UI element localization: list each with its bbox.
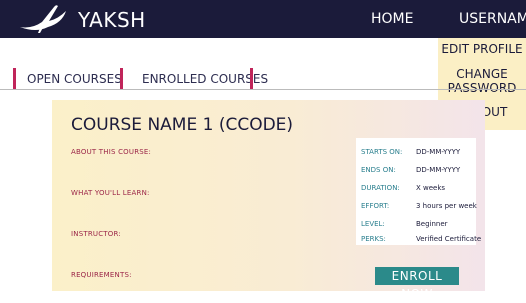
info-value: X weeks	[416, 184, 446, 192]
instructor-label: INSTRUCTOR:	[71, 230, 121, 238]
info-key: PERKS:	[361, 235, 386, 243]
course-card: COURSE NAME 1 (CCODE) ABOUT THIS COURSE:…	[52, 100, 485, 301]
crane-logo-icon[interactable]	[18, 3, 68, 35]
info-key: DURATION:	[361, 184, 400, 192]
change-password-line-1: CHANGE	[456, 67, 508, 81]
nav-username-menu[interactable]: USERNAME	[459, 11, 526, 27]
what-you-learn-label: WHAT YOU'LL LEARN:	[71, 189, 150, 197]
nav-home-link[interactable]: HOME	[371, 11, 413, 27]
requirements-label: REQUIREMENTS:	[71, 271, 132, 279]
info-value: DD-MM-YYYY	[416, 166, 461, 174]
tab-divider	[13, 68, 16, 90]
edit-profile-menu-item[interactable]: EDIT PROFILE	[438, 42, 526, 56]
tab-open-courses[interactable]: OPEN COURSES	[27, 72, 122, 86]
info-value: DD-MM-YYYY	[416, 148, 461, 156]
change-password-menu-item[interactable]: CHANGE PASSWORD	[438, 67, 526, 95]
info-key: EFFORT:	[361, 202, 390, 210]
course-info-box: STARTS ON: DD-MM-YYYY ENDS ON: DD-MM-YYY…	[356, 138, 481, 245]
info-value: 3 hours per week	[416, 202, 477, 210]
info-key: LEVEL:	[361, 220, 385, 228]
info-value: Verified Certificate	[416, 235, 482, 243]
info-key: ENDS ON:	[361, 166, 396, 174]
tab-divider	[250, 68, 253, 90]
tab-divider	[120, 68, 123, 90]
tabs-divider-line	[0, 89, 526, 90]
brand-name[interactable]: YAKSH	[78, 8, 146, 32]
info-value: Beginner	[416, 220, 448, 228]
change-password-line-2: PASSWORD	[447, 81, 517, 95]
about-course-label: ABOUT THIS COURSE:	[71, 148, 152, 156]
info-key: STARTS ON:	[361, 148, 403, 156]
enroll-now-button[interactable]: ENROLL NOW	[375, 267, 459, 301]
top-navbar: YAKSH HOME USERNAME	[0, 0, 526, 38]
course-title: COURSE NAME 1 (CCODE)	[71, 115, 294, 135]
